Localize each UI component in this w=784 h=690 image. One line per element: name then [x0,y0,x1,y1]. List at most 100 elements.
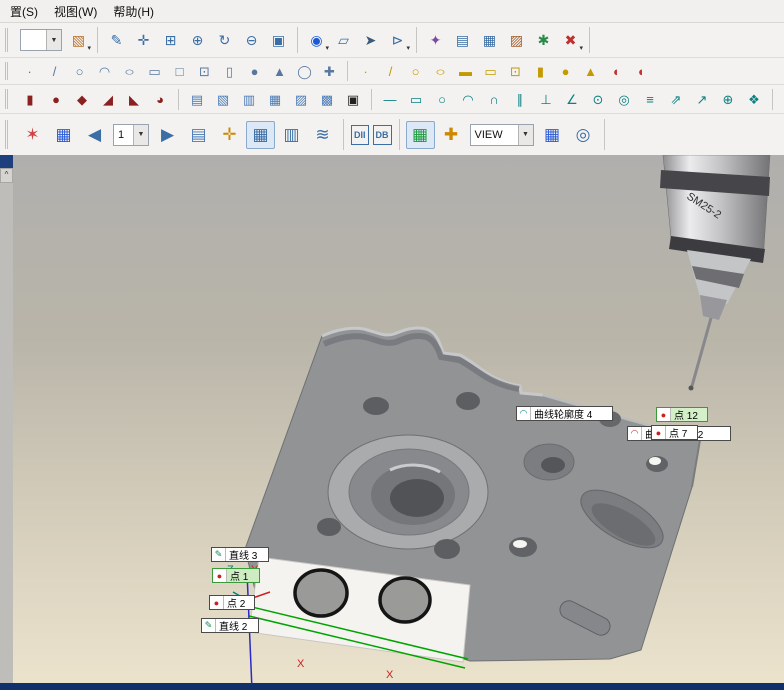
total-runout-icon[interactable]: ↗ [690,88,714,110]
zoom-in-icon[interactable]: ⊕ [185,28,210,52]
auto-line-icon[interactable]: / [379,61,402,82]
solid-sector-icon[interactable]: ◢ [96,88,120,110]
toolbar-drag-handle[interactable] [5,120,13,149]
menu-settings[interactable]: 置(S) [2,1,46,22]
grid-report-icon[interactable]: ▦ [405,120,435,149]
hole[interactable] [434,539,460,559]
measured-line-icon[interactable]: / [43,61,66,82]
graphic-window-icon[interactable]: ▦ [246,120,275,149]
parallelism-icon[interactable]: ∥ [508,88,532,110]
chevron-down-icon[interactable]: ▼ [517,124,533,145]
chevron-down-icon[interactable]: ▾ [87,45,91,52]
part-model[interactable]: Z Y X X [227,326,701,683]
zoom-out-icon[interactable]: ⊖ [239,28,264,52]
surface-profile-icon[interactable]: ∩ [482,88,506,110]
annotation-point-2[interactable]: ● 点 2 [209,595,255,610]
auto-circle-icon[interactable]: ○ [404,61,427,82]
concentricity-icon[interactable]: ⊙ [586,88,610,110]
auto-cylinder-icon[interactable]: ▮ [529,61,552,82]
grid-window-icon[interactable]: ▤ [450,28,475,52]
auto-edge-icon[interactable]: ◖ [629,61,652,82]
hole[interactable] [317,518,341,536]
measured-cross-icon[interactable]: ✚ [318,61,341,82]
measured-point-icon[interactable]: ∙ [18,61,41,82]
probe-position-icon[interactable]: ✛ [215,121,244,149]
dark-screen-icon[interactable]: ▣ [341,88,365,110]
dmis-in-icon[interactable]: DII [351,124,369,145]
chevron-down-icon[interactable]: ▾ [406,45,410,52]
chevron-down-icon[interactable]: ▼ [133,124,148,145]
measured-cone-icon[interactable]: ▲ [268,61,291,82]
measured-torus-icon[interactable]: ◯ [293,61,316,82]
menu-view[interactable]: 视图(W) [46,1,105,22]
nav-back-icon[interactable]: ◀ [80,121,109,149]
central-bore[interactable] [327,434,489,550]
hole[interactable] [363,397,389,415]
annotation-point-12[interactable]: ● 点 12 [656,407,708,422]
probe-qualify-icon[interactable]: ✶ [18,121,47,149]
hole[interactable] [456,392,480,410]
probe-change-icon[interactable]: ✚ [437,121,466,149]
toolbar-drag-handle[interactable] [5,61,13,81]
probe-search-icon[interactable]: ◎ [569,121,598,149]
gage-star-icon[interactable]: ✦ [423,28,448,52]
solid-sphere-icon[interactable]: ● [44,88,68,110]
measured-arc-icon[interactable]: ◠ [93,61,116,82]
move-view-icon[interactable]: ✛ [131,28,156,52]
measured-circle-icon[interactable]: ○ [68,61,91,82]
tools-icon[interactable]: ✱ [531,28,556,52]
symmetry-icon[interactable]: ≡ [638,88,662,110]
feature-number-combo[interactable]: 1 ▼ [113,123,149,146]
measured-cylinder-icon[interactable]: ▯ [218,61,241,82]
menu-help[interactable]: 帮助(H) [105,1,162,22]
construct-doc-6-icon[interactable]: ▩ [315,88,339,110]
construct-doc-4-icon[interactable]: ▦ [263,88,287,110]
probe-model[interactable]: SM25-2 [660,155,771,391]
annotation-line-2[interactable]: ✎ 直线 2 [201,618,259,633]
chevron-down-icon[interactable]: ▾ [325,45,329,52]
solid-cylinder-icon[interactable]: ▮ [18,88,42,110]
probe-utility-icon[interactable]: ✖ ▾ [558,28,583,52]
angularity-icon[interactable]: ∠ [560,88,584,110]
datum-target-icon[interactable]: ❖ [742,88,766,110]
true-position-icon[interactable]: ⊕ [716,88,740,110]
measured-slot-icon[interactable]: ▭ [143,61,166,82]
scroll-up-button[interactable]: ^ [0,168,13,183]
open-probe-file-icon[interactable]: ▧ ▾ [66,28,91,52]
plane-circle[interactable] [293,568,349,618]
chevron-down-icon[interactable]: ▾ [579,45,583,52]
measured-ellipse-icon[interactable]: ○ [114,62,145,80]
auto-point-icon[interactable]: ∙ [354,61,377,82]
snapshot-icon[interactable]: ▨ [504,28,529,52]
circularity-icon[interactable]: ○ [430,88,454,110]
solid-wedge-icon[interactable]: ◣ [122,88,146,110]
circular-runout-icon[interactable]: ⇗ [664,88,688,110]
solid-cone-icon[interactable]: ◆ [70,88,94,110]
position-icon[interactable]: ◎ [612,88,636,110]
measured-sphere-icon[interactable]: ● [243,61,266,82]
auto-surface-icon[interactable]: ◖ [604,61,627,82]
flatness-icon[interactable]: ▭ [404,88,428,110]
auto-cone-icon[interactable]: ▲ [579,61,602,82]
construct-doc-5-icon[interactable]: ▨ [289,88,313,110]
wave-analysis-icon[interactable]: ≋ [308,121,337,149]
report-screen-icon[interactable]: ▦ [477,28,502,52]
perpendicularity-icon[interactable]: ⊥ [534,88,558,110]
view-set-combo[interactable]: VIEW ▼ [469,123,534,146]
auto-square-icon[interactable]: ⊡ [504,61,527,82]
rotate-3d-icon[interactable]: ↻ [212,28,237,52]
auto-sphere-icon[interactable]: ● [554,61,577,82]
solid-quadrant-icon[interactable]: ◕ [148,88,172,110]
cube-view-icon[interactable]: ▣ [266,28,291,52]
line-profile-icon[interactable]: ◠ [456,88,480,110]
zoom-area-icon[interactable]: ⊞ [158,28,183,52]
auto-ellipse-icon[interactable]: ○ [425,62,456,80]
counterbore-hole[interactable] [523,443,575,481]
toolbar-drag-handle[interactable] [5,89,13,109]
save-program-icon[interactable]: ▦ [49,121,78,149]
chevron-down-icon[interactable]: ▼ [46,30,61,50]
annotation-curve-profile-4[interactable]: ◠ 曲线轮廓度 4 [516,406,613,421]
report-preview-icon[interactable]: ▥ [277,121,306,149]
measured-square-icon[interactable]: ⊡ [193,61,216,82]
render-mode-icon[interactable]: ◉ ▾ [304,28,329,52]
